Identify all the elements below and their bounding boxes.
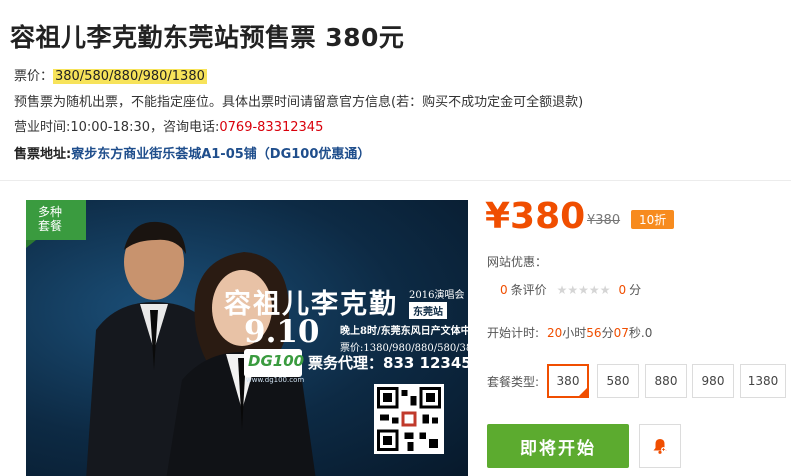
phone-number: 0769-83312345 [219,120,324,135]
package-option-1380[interactable]: 1380 [740,364,786,398]
poster-date: 9.10 [244,314,320,350]
package-corner-tag: 多种 套餐 [26,200,86,248]
countdown-timer: 20小时56分07秒.0 [547,324,652,341]
discount-badge: 10折 [631,210,675,229]
review-count: 0 [500,283,508,297]
score-value: 0 [618,283,627,297]
poster-station-badge: 东莞站 [409,302,447,319]
star-icon: ★★★★★ [556,283,611,297]
package-option-380[interactable]: 380 [547,364,589,398]
page-title: 容祖儿李克勤东莞站预售票 380元 [10,23,405,52]
timer-minutes: 56 [586,326,602,340]
dg100-logo: DG100 [244,349,305,377]
address-text: 寮步东方商业街乐荟城A1-05铺（DG100优惠通） [71,147,371,162]
site-discount-label: 网站优惠： [487,255,548,269]
package-option-980[interactable]: 980 [692,364,734,398]
poster-venue: 晚上8时/东莞东风日产文体中心 [340,326,468,337]
timer-hours-unit: 小时 [562,326,587,340]
current-price: ¥380 [485,196,586,237]
package-type-label: 套餐类型: [487,375,540,389]
hours-label: 营业时间:10:00-18:30， [14,120,163,135]
price-values: 380/580/880/980/1380 [53,69,207,84]
timer-minutes-unit: 分 [601,326,614,340]
corner-tag-line2: 套餐 [38,219,63,233]
score-unit: 分 [629,283,642,297]
package-option-580[interactable]: 580 [597,364,639,398]
poster-concert-year: 2016演唱会 [409,290,465,301]
package-option-880[interactable]: 880 [645,364,687,398]
timer-tail: .0 [640,326,653,340]
start-soon-button[interactable]: 即将开始 [487,424,629,468]
review-link[interactable]: 条评价 [511,283,547,297]
concert-poster[interactable]: 多种 套餐 容祖儿李克勤 2016演唱会 东莞站 9.10 晚上8时/东莞东风日… [26,200,468,476]
timer-label: 开始计时: [487,326,540,340]
phone-label: 咨询电话: [163,120,220,135]
rating-row: 0 条评价 ★★★★★ 0 分 [500,281,641,298]
divider [0,180,791,181]
timer-seconds-unit: 秒 [628,326,641,340]
timer-hours: 20 [547,326,563,340]
poster-logo-url: www.dg100.com [246,376,305,384]
price-label: 票价： [14,69,54,84]
reminder-button[interactable] [639,424,681,468]
qr-code-icon [374,384,444,454]
hours-line: 营业时间:10:00-18:30，咨询电话:0769-83312345 [14,116,323,135]
timer-seconds: 07 [613,326,629,340]
corner-tag-line1: 多种 [38,205,63,219]
bell-icon [653,439,667,454]
dg100-logo-text: DG100 [248,352,305,370]
poster-agent: 票务代理：833 12345 [308,354,468,372]
price-info-line: 票价： 380/580/880/980/1380 [14,65,207,84]
address-line: 售票地址:寮步东方商业街乐荟城A1-05铺（DG100优惠通） [14,143,370,162]
presale-note: 预售票为随机出票，不能指定座位。具体出票时间请留意官方信息(若：购买不成功定金可… [14,95,584,110]
original-price: ¥380 [587,213,621,228]
address-label: 售票地址: [14,147,72,162]
